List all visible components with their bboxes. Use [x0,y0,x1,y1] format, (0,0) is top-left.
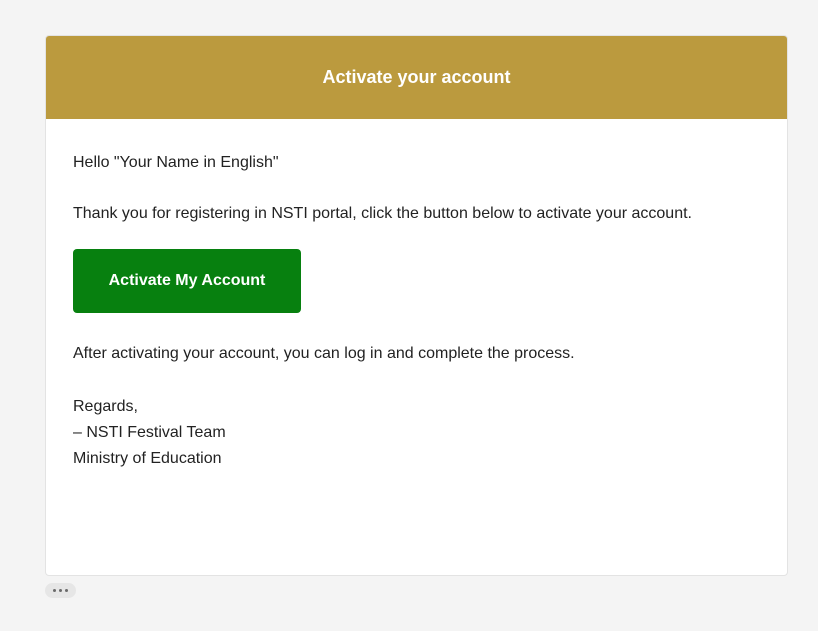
after-activation-text: After activating your account, you can l… [73,345,575,362]
activate-account-button[interactable]: Activate My Account [73,249,301,313]
intro-text: Thank you for registering in NSTI portal… [73,205,692,222]
ellipsis-icon [65,589,68,592]
email-body: Hello "Your Name in English" Thank you f… [46,119,787,472]
signature-ministry: Ministry of Education [73,450,222,467]
ellipsis-icon [59,589,62,592]
greeting-text: Hello "Your Name in English" [73,154,279,171]
email-header: Activate your account [46,36,787,119]
signature-regards: Regards, [73,398,138,415]
show-trimmed-content-button[interactable] [45,583,76,598]
email-header-title: Activate your account [322,67,511,87]
signature: Regards, – NSTI Festival Team Ministry o… [73,394,760,472]
signature-team: – NSTI Festival Team [73,424,226,441]
ellipsis-icon [53,589,56,592]
email-card: Activate your account Hello "Your Name i… [45,35,788,576]
